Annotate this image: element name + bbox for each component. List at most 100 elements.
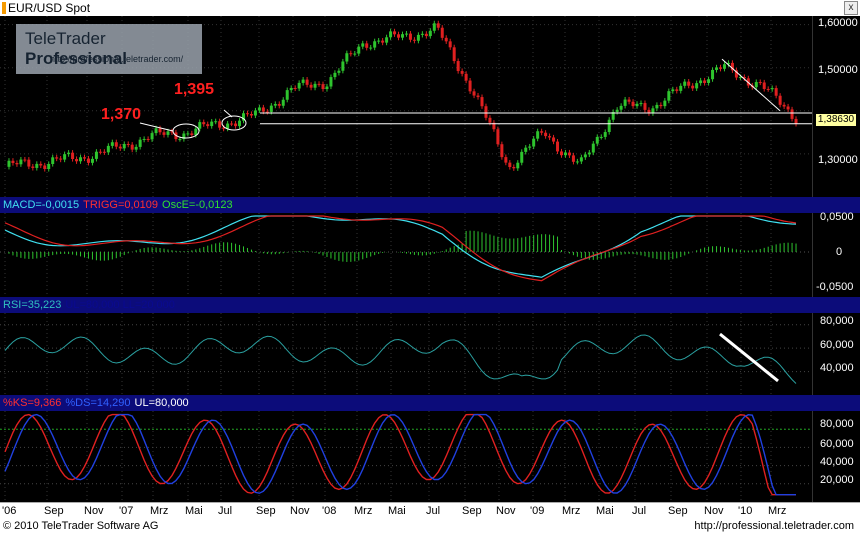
candle-body: [619, 105, 623, 110]
candle-body: [404, 33, 408, 35]
candle-body: [210, 121, 214, 127]
x-tick-label: '07: [119, 505, 134, 517]
candle-body: [385, 37, 389, 43]
x-tick-label: Mrz: [562, 505, 581, 517]
candle-body: [738, 77, 742, 79]
candle-body: [389, 31, 393, 38]
candle-body: [687, 81, 691, 86]
candle-body: [401, 34, 404, 38]
price-tick-150: 1,50000: [818, 64, 858, 76]
candle-body: [691, 85, 695, 89]
x-tick-label: Mai: [185, 505, 203, 517]
logo-url: http://professional.teletrader.com/: [50, 54, 184, 64]
candle-body: [556, 141, 560, 152]
highlight-ellipse-2: [221, 115, 247, 131]
price-tick-130: 1,30000: [818, 154, 858, 166]
x-tick-label: Mai: [596, 505, 614, 517]
x-tick-label: Sep: [462, 505, 482, 517]
ks-line: [4, 413, 796, 496]
candle-body: [146, 138, 150, 140]
candle-body: [234, 123, 238, 127]
candle-body: [436, 23, 440, 28]
candle-body: [317, 83, 321, 85]
candle-body: [782, 104, 786, 107]
candle-body: [7, 160, 11, 167]
candle-body: [162, 132, 166, 135]
candle-body: [575, 161, 579, 163]
candle-body: [349, 53, 353, 55]
candle-body: [55, 157, 59, 159]
candle-body: [277, 103, 281, 106]
candle-body: [659, 104, 663, 107]
candle-body: [337, 70, 341, 73]
x-tick-label: Sep: [668, 505, 688, 517]
candle-body: [563, 152, 567, 156]
candle-body: [424, 33, 428, 37]
level-2-annotation: 1,395: [174, 81, 215, 98]
candle-body: [627, 99, 631, 102]
candle-body: [150, 133, 154, 140]
candle-body: [774, 88, 778, 96]
candle-body: [460, 71, 464, 74]
candle-body: [94, 151, 98, 159]
candle-body: [51, 157, 55, 164]
candle-body: [544, 132, 548, 137]
candle-body: [548, 136, 552, 138]
candle-body: [770, 88, 774, 90]
candle-body: [206, 124, 210, 127]
candle-body: [603, 132, 607, 137]
candle-body: [79, 157, 83, 162]
candle-body: [63, 154, 67, 160]
candle-body: [790, 109, 794, 119]
candle-body: [719, 67, 722, 69]
candle-body: [488, 117, 492, 123]
x-tick-label: Jul: [218, 505, 233, 517]
candle-body: [432, 23, 436, 31]
candle-body: [19, 159, 23, 165]
candle-body: [416, 34, 420, 41]
macd-line: [4, 215, 797, 278]
candle-body: [114, 142, 118, 147]
candle-body: [524, 147, 528, 152]
macd-tick-neg: -0,0500: [816, 281, 854, 293]
x-tick-label: Mai: [388, 505, 406, 517]
stoch-tick-80: 80,000: [820, 418, 854, 430]
candle-body: [285, 90, 289, 100]
candle-body: [134, 146, 138, 150]
trigg-line: [4, 215, 797, 282]
candle-body: [715, 67, 719, 70]
candle-body: [520, 151, 524, 163]
candle-body: [635, 103, 639, 107]
footer-url[interactable]: http://professional.teletrader.com: [694, 520, 854, 532]
candle-body: [110, 142, 114, 146]
candle-body: [35, 163, 39, 168]
candle-body: [683, 81, 687, 86]
candle-body: [552, 137, 556, 142]
candle-body: [472, 91, 476, 96]
candle-body: [313, 83, 317, 88]
candle-body: [591, 143, 595, 153]
candle-body: [218, 121, 222, 128]
candle-body: [186, 133, 190, 135]
candle-body: [43, 165, 47, 169]
candle-body: [27, 159, 31, 167]
candle-body: [675, 89, 679, 91]
candle-body: [595, 136, 599, 144]
candle-body: [67, 152, 71, 155]
candle-body: [393, 31, 397, 35]
x-tick-label: Mrz: [768, 505, 787, 517]
candle-body: [758, 82, 762, 84]
candle-body: [154, 128, 158, 134]
candle-body: [707, 79, 711, 83]
candle-body: [106, 145, 110, 153]
candle-body: [130, 144, 134, 150]
rsi-tick-40: 40,000: [820, 362, 854, 374]
candle-body: [98, 151, 102, 153]
candle-body: [257, 107, 261, 111]
candle-body: [373, 41, 377, 48]
teletrader-logo: TeleTrader Professional http://professio…: [16, 24, 202, 74]
x-tick-label: Nov: [496, 505, 516, 517]
candle-body: [766, 88, 770, 90]
candle-body: [126, 144, 130, 146]
candle-body: [504, 157, 508, 163]
